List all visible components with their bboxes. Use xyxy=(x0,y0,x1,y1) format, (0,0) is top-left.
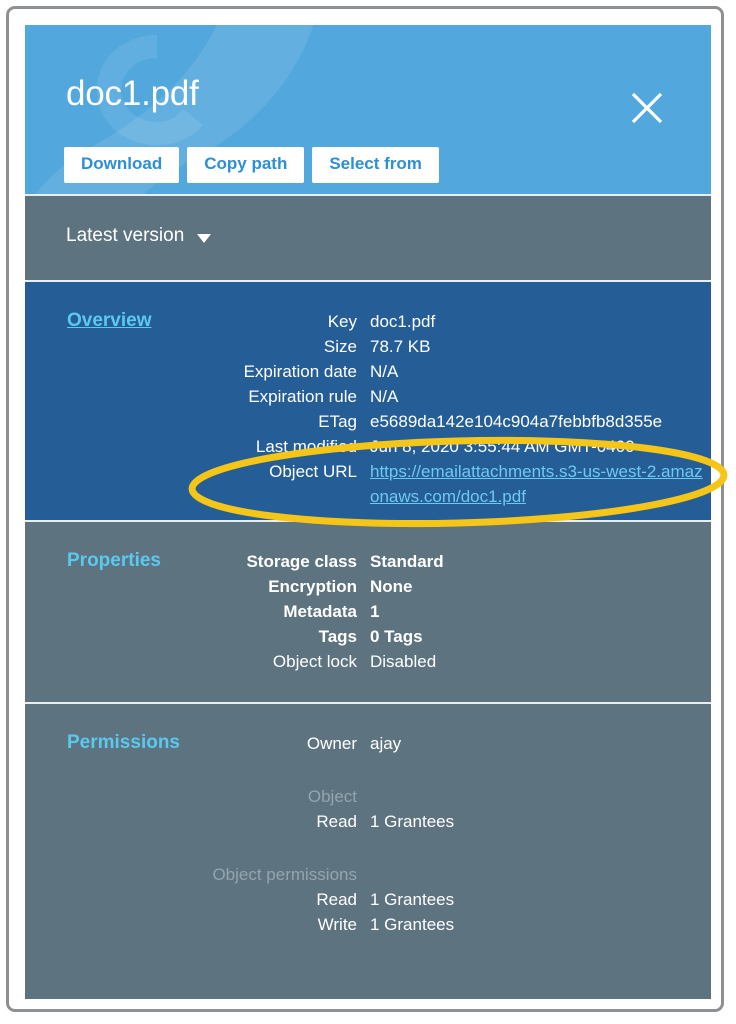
row-key: Tags xyxy=(318,627,357,646)
row-key: Object URL xyxy=(269,462,357,481)
table-row: Expiration date N/A xyxy=(173,359,711,384)
row-value: Disabled xyxy=(370,652,437,671)
permission-group-header: Object permissions xyxy=(173,862,454,887)
properties-heading: Properties xyxy=(67,550,161,571)
table-row: Read 1 Grantees xyxy=(173,887,454,912)
chevron-down-icon xyxy=(197,233,212,243)
table-row: Size 78.7 KB xyxy=(173,334,711,359)
row-value: 1 Grantees xyxy=(370,890,455,909)
table-row: Read 1 Grantees xyxy=(173,809,454,834)
table-spacer xyxy=(173,756,454,784)
close-icon[interactable] xyxy=(626,87,668,129)
row-value: 1 xyxy=(370,602,380,621)
download-button[interactable]: Download xyxy=(64,147,180,183)
permissions-detail-table: Owner ajay Object Read 1 Grantees Object… xyxy=(173,731,454,937)
overview-section: Overview Key doc1.pdf Size 78.7 KB Expir… xyxy=(25,282,711,520)
table-row: ETag e5689da142e104c904a7febbfb8d355e xyxy=(173,409,711,434)
row-value: 1 Grantees xyxy=(370,812,455,831)
object-details-panel: doc1.pdf Download Copy path Select from … xyxy=(25,25,711,999)
row-key: Expiration date xyxy=(243,362,357,381)
row-value: e5689da142e104c904a7febbfb8d355e xyxy=(370,412,663,431)
table-row: Owner ajay xyxy=(173,731,454,756)
overview-heading-link[interactable]: Overview xyxy=(67,310,152,332)
row-key: Metadata xyxy=(283,602,357,621)
copy-path-button[interactable]: Copy path xyxy=(187,147,305,183)
table-row: Metadata 1 xyxy=(173,599,444,624)
table-row: Expiration rule N/A xyxy=(173,384,711,409)
row-value: 1 Grantees xyxy=(370,915,455,934)
permission-group-header: Object xyxy=(173,784,454,809)
properties-detail-table: Storage class Standard Encryption None M… xyxy=(173,549,444,674)
version-bar: Latest version xyxy=(25,194,711,282)
row-value: 0 Tags xyxy=(370,627,423,646)
permissions-section: Permissions Owner ajay Object Read 1 Gra… xyxy=(25,702,711,999)
row-key: Encryption xyxy=(268,577,357,596)
permissions-heading: Permissions xyxy=(67,732,180,753)
row-key: Read xyxy=(316,812,357,831)
row-key: Last modified xyxy=(255,437,357,456)
table-row: Write 1 Grantees xyxy=(173,912,454,937)
group-label: Object permissions xyxy=(212,865,357,884)
table-row-object-url: Object URL https://emailattachments.s3-u… xyxy=(173,459,711,509)
row-key: ETag xyxy=(318,412,357,431)
row-value: None xyxy=(370,577,413,596)
row-value: ajay xyxy=(370,734,402,753)
table-row: Storage class Standard xyxy=(173,549,444,574)
row-key: Storage class xyxy=(246,552,357,571)
row-key: Object lock xyxy=(272,652,357,671)
version-selector-label: Latest version xyxy=(66,225,185,246)
table-spacer xyxy=(173,834,454,862)
table-row: Object lock Disabled xyxy=(173,649,444,674)
row-value: 78.7 KB xyxy=(370,337,431,356)
table-row: Key doc1.pdf xyxy=(173,309,711,334)
group-label: Object xyxy=(307,787,357,806)
object-url-link[interactable]: https://emailattachments.s3-us-west-2.am… xyxy=(370,459,711,509)
row-key: Key xyxy=(327,312,357,331)
row-value: Standard xyxy=(370,552,444,571)
table-row: Last modified Jun 8, 2020 3:55:44 AM GMT… xyxy=(173,434,711,459)
row-value: doc1.pdf xyxy=(370,312,436,331)
properties-section: Properties Storage class Standard Encryp… xyxy=(25,520,711,702)
row-key: Expiration rule xyxy=(248,387,357,406)
table-row: Tags 0 Tags xyxy=(173,624,444,649)
row-key: Read xyxy=(316,890,357,909)
version-selector[interactable]: Latest version xyxy=(66,225,212,247)
row-value: https://emailattachments.s3-us-west-2.am… xyxy=(370,459,711,509)
panel-header: doc1.pdf Download Copy path Select from xyxy=(25,25,711,194)
row-value: N/A xyxy=(370,387,399,406)
overview-detail-table: Key doc1.pdf Size 78.7 KB Expiration dat… xyxy=(173,309,711,509)
row-key: Write xyxy=(317,915,357,934)
header-action-buttons: Download Copy path Select from xyxy=(64,147,439,183)
select-from-button[interactable]: Select from xyxy=(312,147,439,183)
page-title: doc1.pdf xyxy=(66,74,199,113)
row-key: Owner xyxy=(306,734,357,753)
row-key: Size xyxy=(323,337,357,356)
row-value: Jun 8, 2020 3:55:44 AM GMT-0400 xyxy=(370,437,635,456)
table-row: Encryption None xyxy=(173,574,444,599)
dialog-frame: doc1.pdf Download Copy path Select from … xyxy=(6,6,724,1012)
row-value: N/A xyxy=(370,362,399,381)
